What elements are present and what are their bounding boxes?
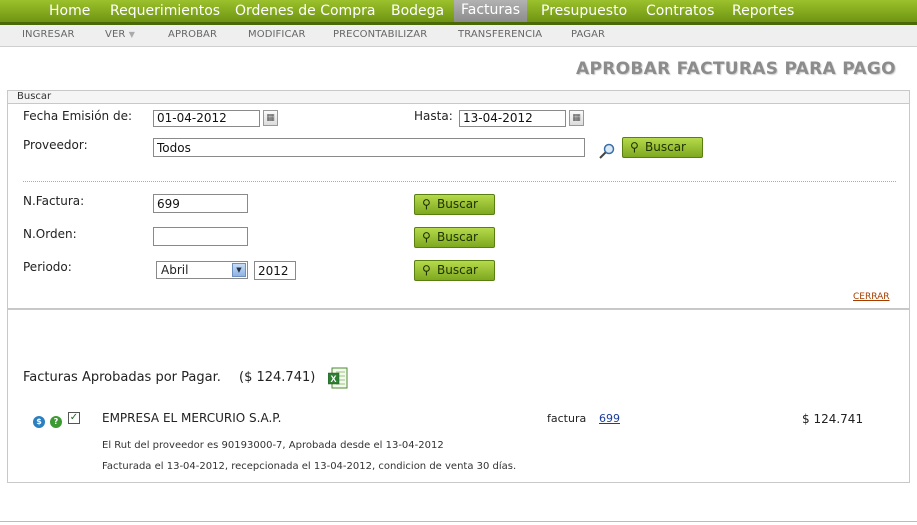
- subnav-item-modificar[interactable]: MODIFICAR: [248, 29, 306, 40]
- svg-text:X: X: [330, 374, 336, 384]
- periodo-mes-value: Abril: [161, 263, 189, 277]
- factura-input[interactable]: [153, 194, 248, 213]
- results-panel: Facturas Aprobadas por Pagar. ($ 124.741…: [7, 309, 910, 483]
- nav-item-home[interactable]: Home: [49, 2, 90, 22]
- row-detalle-fechas: Facturada el 13-04-2012, recepcionada el…: [102, 461, 517, 472]
- nav-item-requerimientos[interactable]: Requerimientos: [110, 2, 220, 22]
- row-detalle-rut: El Rut del proveedor es 90193000-7, Apro…: [102, 440, 444, 451]
- fecha-emision-label: Fecha Emisión de:: [23, 109, 132, 123]
- proveedor-label: Proveedor:: [23, 138, 88, 152]
- subnav-item-ver-label: VER: [105, 29, 126, 40]
- subnav-item-ingresar[interactable]: INGRESAR: [22, 29, 75, 40]
- nav-item-contratos[interactable]: Contratos: [646, 2, 714, 22]
- search-icon: ⚲: [630, 140, 639, 154]
- proveedor-input[interactable]: [153, 138, 585, 157]
- results-title: Facturas Aprobadas por Pagar.: [23, 370, 221, 385]
- page-title: APROBAR FACTURAS PARA PAGO: [576, 59, 896, 79]
- subnav-item-pagar[interactable]: PAGAR: [571, 29, 605, 40]
- search-panel-header: Buscar: [8, 91, 909, 104]
- search-icon: ⚲: [422, 263, 431, 277]
- buscar-button-label: Buscar: [437, 263, 478, 277]
- search-icon[interactable]: [598, 143, 616, 159]
- buscar-proveedor-button[interactable]: ⚲ Buscar: [622, 137, 703, 158]
- subnav-item-ver[interactable]: VER ▼: [105, 29, 135, 40]
- search-panel: Buscar Fecha Emisión de: ▦ Hasta: ▦ Prov…: [7, 90, 910, 309]
- orden-label: N.Orden:: [23, 227, 77, 241]
- periodo-anio-input[interactable]: [254, 261, 296, 280]
- search-icon: ⚲: [422, 197, 431, 211]
- dollar-icon[interactable]: $: [33, 416, 45, 428]
- row-tipo: factura: [547, 412, 587, 425]
- section-divider: [23, 181, 896, 182]
- buscar-button-label: Buscar: [437, 197, 478, 211]
- calendar-icon[interactable]: ▦: [263, 110, 278, 126]
- fecha-desde-input[interactable]: [153, 110, 260, 127]
- subnav-item-precontabilizar[interactable]: PRECONTABILIZAR: [333, 29, 427, 40]
- buscar-factura-button[interactable]: ⚲ Buscar: [414, 194, 495, 215]
- question-icon[interactable]: ?: [50, 416, 62, 428]
- subnav-item-aprobar[interactable]: APROBAR: [168, 29, 217, 40]
- calendar-icon[interactable]: ▦: [569, 110, 584, 126]
- periodo-mes-select[interactable]: Abril ▼: [156, 261, 248, 279]
- search-panel-title: Buscar: [17, 91, 52, 102]
- bottom-divider: [0, 521, 917, 522]
- search-icon: ⚲: [422, 230, 431, 244]
- excel-export-icon[interactable]: X: [328, 367, 348, 389]
- cerrar-link[interactable]: CERRAR: [853, 292, 890, 302]
- orden-input[interactable]: [153, 227, 248, 246]
- buscar-periodo-button[interactable]: ⚲ Buscar: [414, 260, 495, 281]
- buscar-orden-button[interactable]: ⚲ Buscar: [414, 227, 495, 248]
- nav-item-reportes[interactable]: Reportes: [732, 2, 794, 22]
- nav-item-ordenes-de-compra[interactable]: Ordenes de Compra: [235, 2, 375, 22]
- row-monto: $ 124.741: [802, 412, 864, 426]
- nav-item-presupuesto[interactable]: Presupuesto: [541, 2, 627, 22]
- sub-nav: INGRESAR VER ▼ APROBAR MODIFICAR PRECONT…: [0, 25, 917, 47]
- approve-checkbox[interactable]: ✓: [68, 412, 80, 424]
- nav-item-facturas[interactable]: Facturas: [454, 0, 528, 22]
- row-factura-link[interactable]: 699: [599, 412, 620, 425]
- buscar-button-label: Buscar: [437, 230, 478, 244]
- row-proveedor: EMPRESA EL MERCURIO S.A.P.: [102, 411, 282, 425]
- main-nav: Home Requerimientos Ordenes de Compra Bo…: [0, 0, 917, 25]
- periodo-label: Periodo:: [23, 260, 72, 274]
- fecha-hasta-input[interactable]: [459, 110, 566, 127]
- factura-label: N.Factura:: [23, 194, 85, 208]
- buscar-button-label: Buscar: [645, 140, 686, 154]
- results-total: ($ 124.741): [239, 370, 316, 385]
- chevron-down-icon: ▼: [128, 30, 135, 39]
- subnav-item-transferencia[interactable]: TRANSFERENCIA: [458, 29, 542, 40]
- chevron-down-icon[interactable]: ▼: [232, 263, 246, 277]
- hasta-label: Hasta:: [414, 109, 453, 123]
- nav-item-bodega[interactable]: Bodega: [391, 2, 444, 22]
